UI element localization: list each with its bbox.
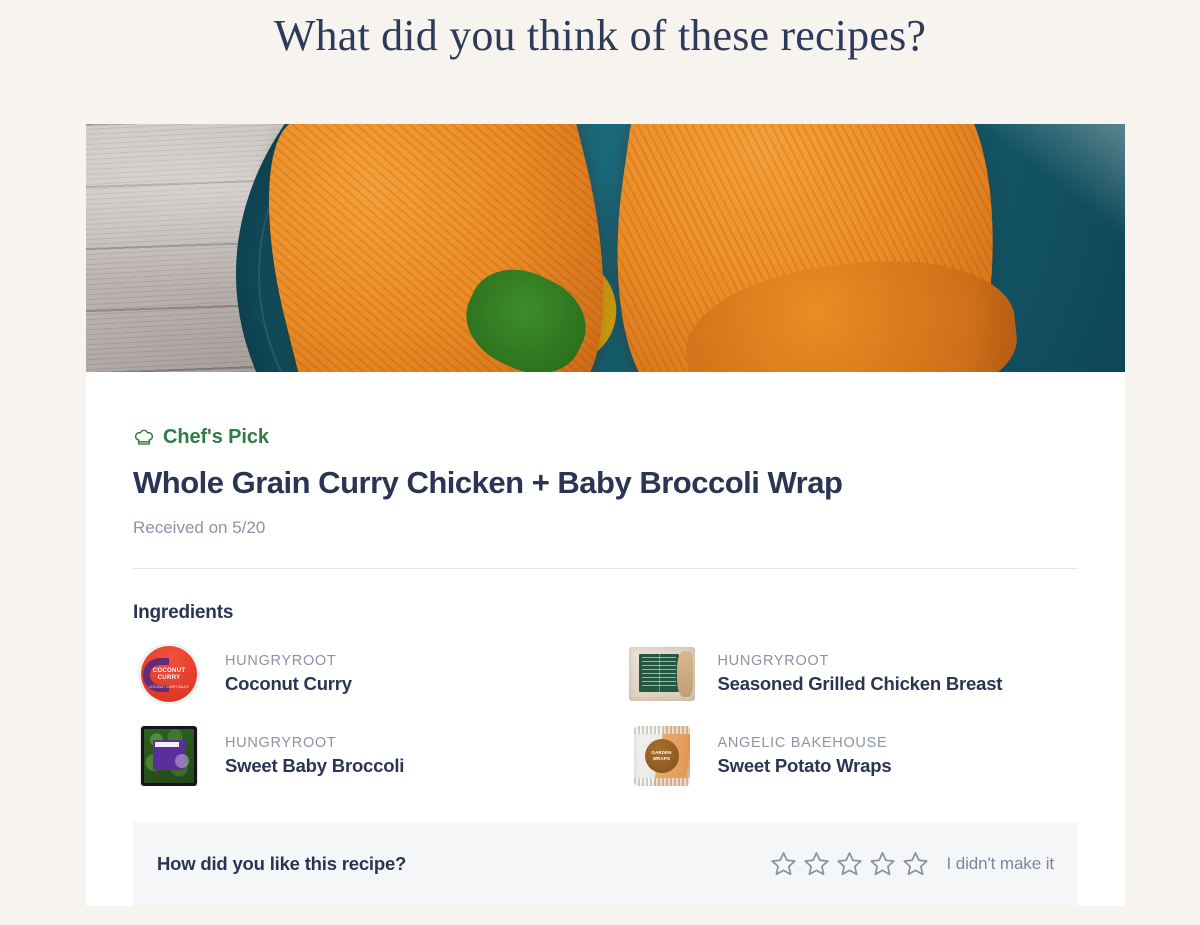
chef-hat-icon — [133, 427, 155, 449]
rating-question: How did you like this recipe? — [157, 852, 407, 874]
label-text-lines — [641, 656, 676, 687]
rating-controls: I didn't make it — [770, 850, 1054, 877]
chefs-pick-badge: Chef's Pick — [133, 372, 1078, 449]
sweet-potato-wraps-package-icon: GARDEN WRAPS — [633, 725, 690, 786]
ingredient-item[interactable]: HUNGRYROOT Sweet Baby Broccoli — [133, 725, 586, 786]
badge-label-line2: WRAPS — [652, 755, 671, 761]
ingredient-item[interactable]: HUNGRYROOT Seasoned Grilled Chicken Brea… — [626, 644, 1079, 704]
ingredients-heading: Ingredients — [133, 601, 234, 623]
ingredient-thumbnail: COCONUT CURRY COCONUT CURRY SAUCE — [133, 644, 205, 704]
ingredient-text: ANGELIC BAKEHOUSE Sweet Potato Wraps — [718, 735, 892, 777]
ingredient-item[interactable]: GARDEN WRAPS ANGELIC BAKEHOUSE Sweet Pot… — [626, 725, 1079, 786]
ingredient-text: HUNGRYROOT Seasoned Grilled Chicken Brea… — [718, 653, 1003, 695]
tub-sublabel: COCONUT CURRY SAUCE — [148, 684, 190, 689]
ingredient-text: HUNGRYROOT Coconut Curry — [225, 653, 352, 695]
star-icon-4[interactable] — [869, 850, 896, 877]
tub-label-line2: CURRY — [157, 673, 181, 681]
star-icon-2[interactable] — [803, 850, 830, 877]
tub-label-line1: COCONUT — [152, 666, 186, 674]
package-seal-top — [633, 725, 690, 734]
chicken-meat-shape — [676, 650, 693, 697]
recipe-card-body: Chef's Pick Whole Grain Curry Chicken + … — [86, 372, 1125, 906]
ingredient-thumbnail: GARDEN WRAPS — [626, 725, 698, 786]
ingredient-thumbnail — [626, 644, 698, 704]
ingredient-name: Coconut Curry — [225, 672, 352, 694]
chicken-breast-package-icon — [628, 646, 695, 701]
purple-label — [153, 739, 189, 770]
ingredient-name: Seasoned Grilled Chicken Breast — [717, 672, 1003, 694]
star-icon-3[interactable] — [836, 850, 863, 877]
ingredient-name: Sweet Potato Wraps — [717, 754, 892, 776]
chefs-pick-label: Chef's Pick — [163, 426, 269, 448]
section-divider — [133, 567, 1078, 569]
ingredient-brand: HUNGRYROOT — [225, 652, 337, 669]
page-title: What did you think of these recipes? — [273, 11, 927, 60]
ingredient-brand: HUNGRYROOT — [225, 734, 337, 751]
ingredient-brand: HUNGRYROOT — [717, 652, 829, 669]
star-rating[interactable] — [770, 850, 929, 877]
recipe-title: Whole Grain Curry Chicken + Baby Broccol… — [133, 465, 843, 500]
sweet-baby-broccoli-package-icon — [141, 725, 197, 786]
coconut-curry-tub-icon: COCONUT CURRY COCONUT CURRY SAUCE — [141, 645, 197, 702]
didnt-make-it-link[interactable]: I didn't make it — [947, 854, 1055, 874]
tub-label: COCONUT CURRY — [153, 667, 186, 681]
ingredients-grid: COCONUT CURRY COCONUT CURRY SAUCE HUNGRY… — [133, 644, 1078, 786]
star-icon-5[interactable] — [902, 850, 929, 877]
ingredient-text: HUNGRYROOT Sweet Baby Broccoli — [225, 735, 404, 777]
star-icon-1[interactable] — [770, 850, 797, 877]
recipe-rating-bar: How did you like this recipe? I didn't m… — [133, 821, 1078, 906]
ingredient-thumbnail — [133, 725, 205, 786]
garden-wraps-badge: GARDEN WRAPS — [644, 738, 679, 773]
recipe-received-date: Received on 5/20 — [133, 517, 266, 537]
ingredient-item[interactable]: COCONUT CURRY COCONUT CURRY SAUCE HUNGRY… — [133, 644, 586, 704]
ingredient-name: Sweet Baby Broccoli — [225, 754, 405, 776]
recipe-card: Chef's Pick Whole Grain Curry Chicken + … — [86, 124, 1125, 906]
ingredient-brand: ANGELIC BAKEHOUSE — [717, 734, 888, 751]
recipe-hero-image — [86, 124, 1125, 372]
package-seal-bottom — [633, 777, 690, 786]
